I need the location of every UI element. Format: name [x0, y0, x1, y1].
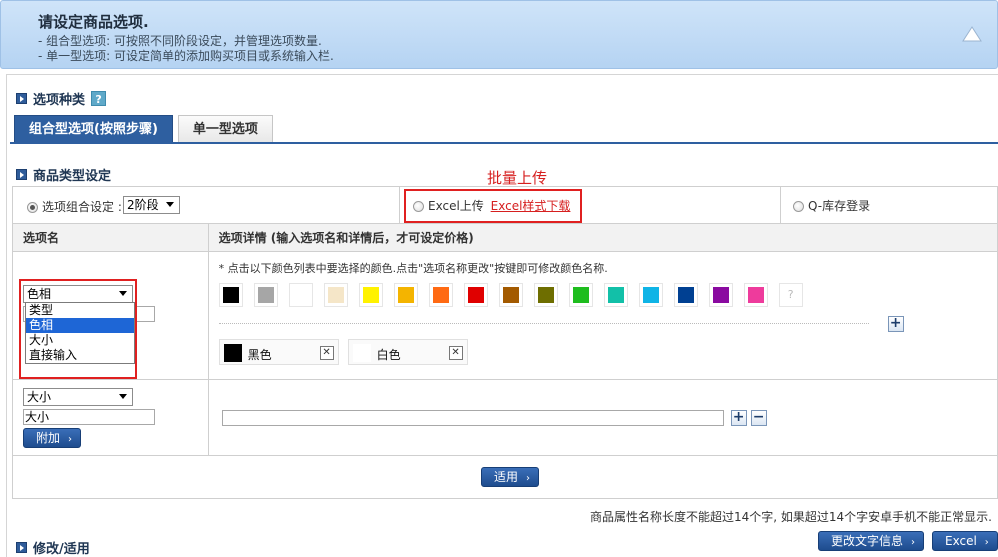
- chevron-right-icon: ›: [526, 473, 531, 484]
- combo-label: 选项组合设定 :: [42, 200, 122, 214]
- tab-combo-option[interactable]: 组合型选项(按照步骤): [14, 115, 173, 143]
- add-row-button[interactable]: +: [730, 410, 747, 426]
- option-detail-cell: + −: [209, 380, 997, 455]
- chevron-down-icon: [119, 394, 127, 399]
- apply-button[interactable]: 适用 ›: [481, 467, 540, 487]
- q-stock-cell: Q-库存登录: [781, 187, 997, 223]
- tab-single-option[interactable]: 单一型选项: [177, 115, 273, 143]
- color-swatch[interactable]: [533, 283, 558, 307]
- swatch-fill: [362, 287, 379, 303]
- swatch-fill: [432, 287, 449, 303]
- color-swatch[interactable]: [428, 283, 453, 307]
- chip-label: 黑色: [247, 348, 272, 362]
- stage-select[interactable]: 2阶段: [123, 196, 180, 214]
- color-swatch[interactable]: [673, 283, 698, 307]
- color-chip-black: 黑色 ✕: [218, 339, 339, 365]
- close-icon[interactable]: ✕: [319, 346, 334, 360]
- swatch-fill: [327, 287, 344, 303]
- section-bullet-icon: [16, 542, 27, 553]
- swatch-fill: [502, 287, 519, 303]
- chevron-down-icon: [166, 202, 174, 207]
- swatch-fill: [537, 287, 554, 303]
- chevron-right-icon: ›: [911, 537, 916, 548]
- option-table: 选项组合设定 : 2阶段 Excel上传 Excel样式下载 Q-库存登录 选项…: [12, 186, 998, 499]
- info-line-single: - 单一型选项: 可设定简单的添加购买项目或系统输入栏.: [38, 49, 334, 63]
- chip-color: [223, 344, 242, 362]
- color-swatch[interactable]: [358, 283, 383, 307]
- dropdown-highlight-box: [19, 279, 137, 379]
- swatch-fill: [712, 287, 729, 303]
- edit-apply-heading: 修改/适用: [16, 538, 90, 557]
- header-option-detail: 选项详情 (输入选项名和详情后，才可设定价格): [218, 231, 474, 245]
- option-detail-cell: * 点击以下颜色列表中要选择的颜色.点击"选项名称更改"按键即可修改颜色名称. …: [209, 252, 997, 379]
- color-swatch[interactable]: [218, 283, 243, 307]
- color-swatch[interactable]: [323, 283, 348, 307]
- color-swatch[interactable]: [498, 283, 523, 307]
- add-color-button[interactable]: +: [887, 316, 904, 332]
- color-swatch[interactable]: [743, 283, 768, 307]
- option-name-select[interactable]: 大小: [23, 388, 133, 406]
- swatch-fill: [257, 287, 274, 303]
- option-type-heading: 选项种类 ?: [16, 89, 107, 108]
- collapse-arrow-icon[interactable]: [961, 23, 983, 45]
- change-text-button[interactable]: 更改文字信息 ›: [818, 531, 925, 551]
- apply-row: 适用 ›: [13, 456, 997, 498]
- table-row: 大小 大小 附加 › + −: [13, 380, 997, 456]
- divider: [218, 323, 869, 324]
- remove-row-button[interactable]: −: [750, 410, 767, 426]
- color-swatch-list: ?: [218, 283, 814, 307]
- color-swatch[interactable]: [288, 283, 313, 307]
- q-stock-label: Q-库存登录: [808, 199, 871, 213]
- color-swatch[interactable]: [393, 283, 418, 307]
- excel-highlight-box: [404, 189, 582, 223]
- color-swatch[interactable]: [253, 283, 278, 307]
- info-title: 请设定商品选项.: [38, 13, 149, 31]
- unknown-color-swatch[interactable]: ?: [778, 283, 803, 307]
- swatch-fill: [222, 287, 239, 303]
- combo-setting-cell: 选项组合设定 : 2阶段: [13, 187, 400, 223]
- close-icon[interactable]: ✕: [448, 346, 463, 360]
- add-option-button[interactable]: 附加 ›: [23, 428, 82, 448]
- swatch-fill: [397, 287, 414, 303]
- bulk-upload-annotation: 批量上传: [487, 169, 548, 187]
- option-detail-input[interactable]: [221, 410, 724, 426]
- option-type-title: 选项种类: [33, 93, 86, 108]
- swatch-fill: [467, 287, 484, 303]
- chevron-right-icon: ›: [984, 537, 989, 548]
- table-row: 色相 类型 色相 大小 直接输入 * 点击以下颜色列表中要选择的颜色.点击"选项…: [13, 252, 997, 380]
- help-icon[interactable]: ?: [91, 91, 107, 106]
- combo-radio[interactable]: [27, 202, 38, 213]
- product-type-heading: 商品类型设定: [16, 165, 111, 184]
- swatch-fill: [607, 287, 624, 303]
- color-swatch[interactable]: [568, 283, 593, 307]
- color-swatch[interactable]: [603, 283, 628, 307]
- color-swatch[interactable]: [463, 283, 488, 307]
- header-option-name: 选项名: [13, 224, 209, 251]
- product-type-title: 商品类型设定: [33, 169, 112, 184]
- chevron-right-icon: ›: [68, 434, 73, 445]
- swatch-fill: [572, 287, 589, 303]
- section-bullet-icon: [16, 93, 27, 104]
- tab-underline: [10, 142, 998, 144]
- color-chip-white: 白色 ✕: [347, 339, 468, 365]
- option-name-input[interactable]: 大小: [23, 409, 155, 425]
- edit-apply-title: 修改/适用: [33, 542, 90, 557]
- q-stock-radio[interactable]: [793, 201, 804, 212]
- color-swatch[interactable]: [708, 283, 733, 307]
- info-panel: 请设定商品选项. - 组合型选项: 可按照不同阶段设定，并管理选项数量. - 单…: [0, 0, 998, 69]
- option-tabs: 组合型选项(按照步骤) 单一型选项: [14, 115, 278, 143]
- color-note: * 点击以下颜色列表中要选择的颜色.点击"选项名称更改"按键即可修改颜色名称.: [218, 262, 608, 275]
- chip-color: [352, 344, 371, 362]
- length-warning: 商品属性名称长度不能超过14个字, 如果超过14个字安卓手机不能正常显示.: [590, 510, 992, 524]
- swatch-fill: [292, 287, 309, 303]
- chip-label: 白色: [376, 348, 401, 362]
- swatch-fill: [642, 287, 659, 303]
- swatch-fill: [747, 287, 764, 303]
- excel-button[interactable]: Excel ›: [932, 531, 998, 551]
- color-swatch[interactable]: [638, 283, 663, 307]
- option-name-cell: 大小 大小 附加 ›: [13, 380, 209, 455]
- section-bullet-icon: [16, 169, 27, 180]
- swatch-fill: [677, 287, 694, 303]
- table-header-row: 选项名 选项详情 (输入选项名和详情后，才可设定价格): [13, 224, 997, 252]
